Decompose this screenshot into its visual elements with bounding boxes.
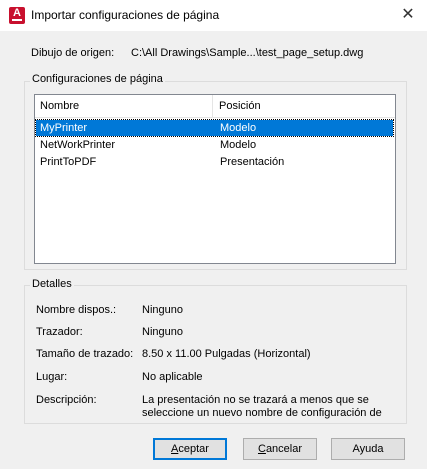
list-row-myprinter[interactable]: MyPrinter Modelo xyxy=(35,119,394,137)
device-name-label: Nombre dispos.: xyxy=(36,304,117,316)
where-value: No aplicable xyxy=(142,371,203,383)
row-position: Presentación xyxy=(220,156,285,168)
title-bar: A Importar configuraciones de página ✕ xyxy=(0,0,427,31)
description-label: Descripción: xyxy=(36,394,97,406)
where-label: Lugar: xyxy=(36,371,68,383)
list-row-networkprinter[interactable]: NetWorkPrinter Modelo xyxy=(36,137,393,153)
source-drawing-path: C:\All Drawings\Sample...\test_page_setu… xyxy=(131,47,364,59)
column-header-name[interactable]: Nombre xyxy=(40,100,79,112)
details-group-title: Detalles xyxy=(30,278,74,290)
window-title: Importar configuraciones de página xyxy=(31,8,220,22)
row-position: Modelo xyxy=(220,122,257,134)
plotter-value: Ninguno xyxy=(142,326,183,338)
page-setups-list[interactable]: Nombre Posición MyPrinter Modelo NetWork… xyxy=(34,94,396,264)
page-setups-group-title: Configuraciones de página xyxy=(30,73,165,85)
close-icon[interactable]: ✕ xyxy=(397,4,419,26)
column-header-position[interactable]: Posición xyxy=(219,100,261,112)
list-row-printtopdf[interactable]: PrintToPDF Presentación xyxy=(36,154,393,170)
device-name-value: Ninguno xyxy=(142,304,183,316)
description-value-line2: seleccione un nuevo nombre de configurac… xyxy=(142,407,382,419)
accept-button[interactable]: Aceptar xyxy=(153,438,227,460)
description-value-line1: La presentación no se trazará a menos qu… xyxy=(142,394,369,406)
autocad-app-icon: A xyxy=(9,7,25,24)
plotter-label: Trazador: xyxy=(36,326,83,338)
row-name: MyPrinter xyxy=(40,122,88,134)
plot-size-value: 8.50 x 11.00 Pulgadas (Horizontal) xyxy=(142,348,311,360)
column-divider[interactable] xyxy=(212,95,213,117)
row-name: PrintToPDF xyxy=(40,156,97,168)
row-position: Modelo xyxy=(220,139,257,151)
cancel-button[interactable]: Cancelar xyxy=(243,438,317,460)
row-name: NetWorkPrinter xyxy=(40,139,115,151)
source-drawing-label: Dibujo de origen: xyxy=(31,47,115,59)
list-header: Nombre Posición xyxy=(35,95,395,118)
plot-size-label: Tamaño de trazado: xyxy=(36,348,134,360)
help-button[interactable]: Ayuda xyxy=(331,438,405,460)
